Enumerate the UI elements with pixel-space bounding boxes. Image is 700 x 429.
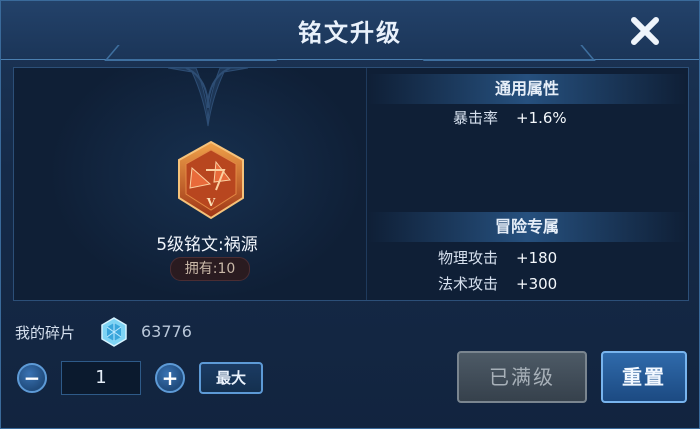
general-attributes-header: 通用属性 <box>368 74 686 104</box>
increase-quantity-button[interactable]: + <box>155 363 185 393</box>
crystal-shard-icon <box>101 317 127 347</box>
minus-icon: − <box>23 366 41 390</box>
stat-label: 法术攻击 <box>437 275 498 293</box>
stat-value: +1.6% <box>516 109 567 127</box>
shards-label: 我的碎片 <box>15 324 76 342</box>
reset-button[interactable]: 重置 <box>601 351 687 403</box>
stat-row-crit-rate: 暴击率 +1.6% <box>368 106 686 130</box>
rune-preview: V 5级铭文:祸源 拥有:10 <box>48 68 366 300</box>
decrease-quantity-button[interactable]: − <box>17 363 47 393</box>
maxed-level-button: 已满级 <box>457 351 587 403</box>
stat-label: 物理攻击 <box>437 249 498 267</box>
rune-detail-panel: V 5级铭文:祸源 拥有:10 通用属性 暴击率 +1.6% 冒险专属 物理攻击… <box>13 67 689 301</box>
stat-row-magic-attack: 法术攻击 +300 <box>368 272 686 296</box>
owned-count-badge: 拥有:10 <box>170 257 250 281</box>
adventure-attributes-header: 冒险专属 <box>368 212 686 242</box>
panel-divider <box>366 68 367 300</box>
rune-upgrade-dialog: 铭文升级 V 5级铭文:祸源 拥有:10 通用属性 暴击率 +1.6% 冒险专属… <box>0 0 700 429</box>
rune-emblem-icon: V <box>178 140 244 220</box>
rune-name: 5级铭文:祸源 <box>156 235 258 255</box>
quantity-input[interactable]: 1 <box>61 361 141 395</box>
quantity-stepper: − 1 + 最大 <box>13 361 283 395</box>
stat-value: +180 <box>516 249 558 267</box>
shards-count: 63776 <box>141 322 192 341</box>
rune-emblem-numeral: V <box>206 196 216 209</box>
title-bar: 铭文升级 <box>1 1 699 61</box>
stat-value: +300 <box>516 275 558 293</box>
stat-label: 暴击率 <box>452 109 498 127</box>
dialog-title: 铭文升级 <box>298 19 402 47</box>
crest-decoration-icon <box>168 68 248 127</box>
stat-row-physical-attack: 物理攻击 +180 <box>368 246 686 270</box>
close-button[interactable] <box>629 15 661 47</box>
plus-icon: + <box>161 366 179 390</box>
close-icon <box>631 17 659 45</box>
max-quantity-button[interactable]: 最大 <box>199 362 263 394</box>
